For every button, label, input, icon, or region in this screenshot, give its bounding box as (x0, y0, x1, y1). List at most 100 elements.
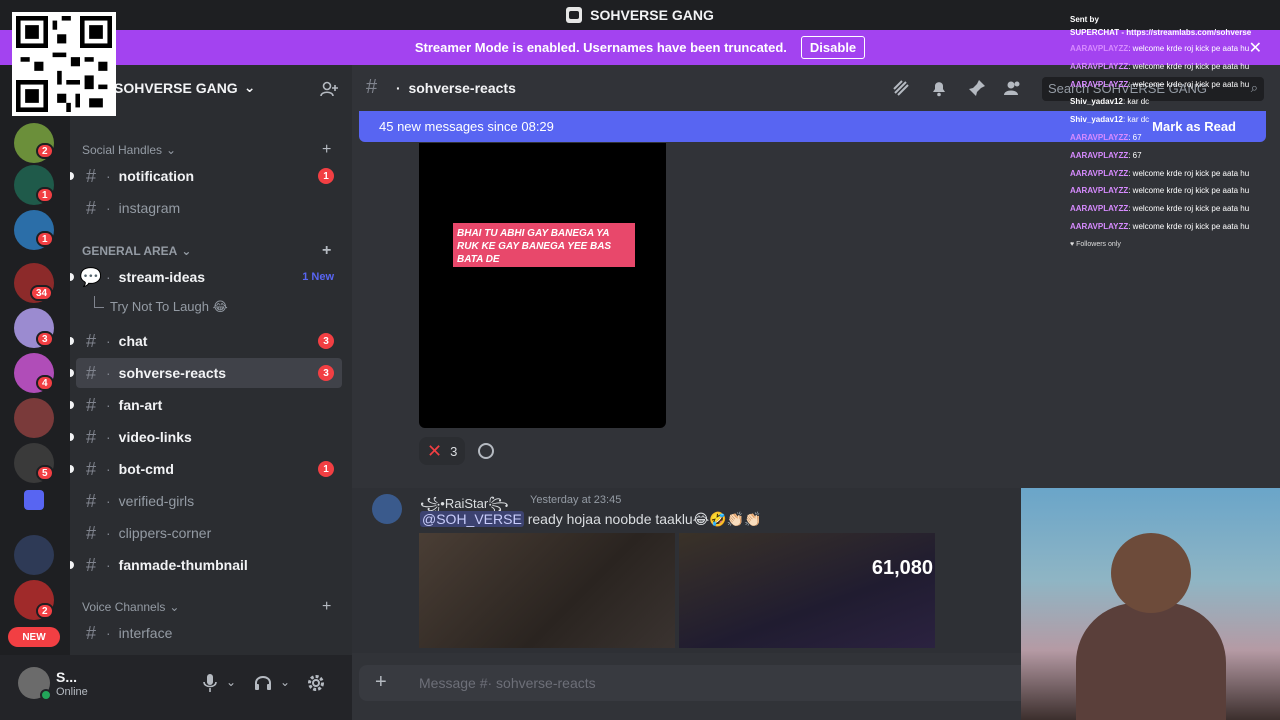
threads-icon[interactable] (892, 79, 910, 97)
unread-indicator (70, 433, 74, 441)
server-header[interactable]: SOHVERSE GANG ⌄ (114, 79, 255, 96)
unread-indicator (70, 465, 74, 473)
stream-chat-overlay: Sent by SUPERCHAT - https://streamlabs.c… (1070, 14, 1280, 248)
reaction-x[interactable]: ✕ 3 (419, 437, 466, 465)
server-badge: 34 (30, 285, 54, 301)
mention[interactable]: @SOH_VERSE (420, 511, 524, 527)
add-channel-icon[interactable]: + (322, 141, 331, 159)
invite-icon[interactable] (320, 81, 338, 97)
channel-bot-cmd[interactable]: # · bot-cmd 1 (70, 454, 342, 484)
hash-icon: # (366, 76, 378, 98)
mention-badge: 1 (318, 168, 334, 184)
attachment-image[interactable] (419, 533, 675, 648)
server-icon-dark[interactable] (14, 535, 54, 575)
server-badge: 2 (36, 603, 54, 619)
gear-icon[interactable] (306, 673, 326, 693)
unread-indicator (70, 337, 74, 345)
overlay-chat-line: AARAVPLAYZZ: welcome krde roj kick pe aa… (1070, 204, 1250, 214)
overlay-chat-line: AARAVPLAYZZ: welcome krde roj kick pe aa… (1070, 221, 1250, 231)
hash-icon: # (85, 622, 96, 643)
server-badge: 1 (36, 187, 54, 203)
hash-icon: # (85, 197, 96, 218)
hash-icon: # (85, 362, 96, 383)
attachment-image[interactable]: 61,080 (679, 533, 935, 648)
channel-fan-art[interactable]: # · fan-art (70, 390, 342, 420)
cross-mark-icon: ✕ (427, 440, 443, 461)
server-badge: 5 (36, 465, 54, 481)
disable-button[interactable]: Disable (800, 36, 866, 59)
message-input[interactable]: Message #· sohverse-reacts (419, 675, 596, 691)
hash-icon: # (85, 490, 96, 511)
avatar[interactable] (372, 494, 402, 524)
new-pill[interactable]: NEW (8, 627, 60, 647)
chevron-down-icon[interactable]: ⌄ (226, 675, 236, 695)
qr-code (12, 12, 116, 116)
webcam-overlay (1021, 488, 1280, 720)
folder-icon[interactable] (24, 490, 44, 510)
channel-notification[interactable]: # · notification 1 (70, 161, 342, 191)
mention-badge: 3 (318, 365, 334, 381)
category-general-area[interactable]: GENERAL AREA ⌄ + (82, 242, 331, 259)
streamer-body (1076, 603, 1226, 720)
unread-indicator (70, 561, 74, 569)
add-attachment-icon[interactable]: + (375, 671, 387, 694)
channel-sidebar: SOHVERSE GANG ⌄ Social Handles ⌄ + # · not… (70, 65, 352, 655)
server-icon-person[interactable] (14, 398, 54, 438)
category-voice-channels[interactable]: Voice Channels ⌄ + (82, 598, 331, 615)
overlay-chat-line: AARAVPLAYZZ: 67 (1070, 132, 1142, 142)
channel-chat[interactable]: # · chat 3 (70, 326, 342, 356)
chevron-down-icon: ⌄ (169, 600, 180, 614)
hash-icon: # (85, 165, 96, 186)
channel-video-links[interactable]: # · video-links (70, 422, 342, 452)
username[interactable]: S... (56, 669, 77, 685)
microphone-icon[interactable] (202, 673, 218, 693)
hash-icon: # (85, 554, 96, 575)
chevron-down-icon[interactable]: ⌄ (280, 675, 290, 695)
unread-indicator (70, 369, 74, 377)
hash-icon: # (85, 394, 96, 415)
hash-icon: # (85, 522, 96, 543)
video-embed[interactable]: BHAI TU ABHI GAY BANEGA YA RUK KE GAY BA… (419, 143, 666, 428)
message[interactable]: ꧁•RaiStar꧂ Yesterday at 23:45 @SOH_VERSE… (352, 488, 1021, 653)
streamer-face (1111, 533, 1191, 613)
server-rail: 2 1 1 34 3 4 5 2 (0, 65, 70, 655)
new-messages-text: 45 new messages since 08:29 (379, 119, 554, 134)
members-icon[interactable] (1004, 79, 1022, 97)
channel-stream-ideas[interactable]: 💬 · stream-ideas 1 New (70, 262, 342, 292)
reaction-count: 3 (450, 443, 458, 459)
qr-code-icon (16, 16, 112, 112)
discord-icon (566, 7, 583, 23)
user-status: Online (56, 686, 88, 698)
channel-verified-girls[interactable]: # · verified-girls (76, 486, 342, 516)
add-channel-icon[interactable]: + (322, 598, 331, 616)
channel-clippers-corner[interactable]: # · clippers-corner (76, 518, 342, 548)
overlay-chat-line: AARAVPLAYZZ: welcome krde roj kick pe aa… (1070, 61, 1250, 71)
add-channel-icon[interactable]: + (322, 242, 331, 260)
overlay-chat-line: AARAVPLAYZZ: welcome krde roj kick pe aa… (1070, 168, 1250, 178)
headphones-icon[interactable] (254, 673, 272, 693)
overlay-superchat: SUPERCHAT - https://streamlabs.com/sohve… (1070, 28, 1252, 37)
overlay-chat-line: AARAVPLAYZZ: welcome krde roj kick pe aa… (1070, 186, 1250, 196)
add-reaction-icon[interactable] (478, 443, 494, 459)
chevron-down-icon: ⌄ (181, 244, 192, 258)
window-title: SOHVERSE GANG (590, 7, 714, 23)
hash-icon: # (85, 458, 96, 479)
pin-icon[interactable] (968, 79, 986, 97)
unread-indicator (70, 172, 74, 180)
category-social-handles[interactable]: Social Handles ⌄ + (82, 141, 331, 158)
video-caption: BHAI TU ABHI GAY BANEGA YA RUK KE GAY BA… (453, 223, 635, 267)
channel-instagram[interactable]: # · instagram (76, 193, 342, 223)
streamer-mode-message: Streamer Mode is enabled. Usernames have… (414, 40, 787, 55)
bell-icon[interactable] (930, 79, 948, 97)
hash-icon: # (85, 426, 96, 447)
channel-fanmade-thumbnail[interactable]: # · fanmade-thumbnail (70, 550, 342, 580)
server-badge: 2 (36, 143, 54, 159)
followers-only-label: ♥ Followers only (1070, 240, 1121, 248)
channel-interface[interactable]: # · interface (76, 618, 342, 648)
server-badge: 4 (36, 375, 54, 391)
server-name: SOHVERSE GANG (114, 79, 238, 96)
thread-try-not-to-laugh[interactable]: Try Not To Laugh 😂 (94, 296, 228, 315)
overlay-sent-by: Sent by (1070, 15, 1099, 24)
mention-badge: 1 (318, 461, 334, 477)
channel-sohverse-reacts[interactable]: # · sohverse-reacts 3 (70, 358, 342, 388)
